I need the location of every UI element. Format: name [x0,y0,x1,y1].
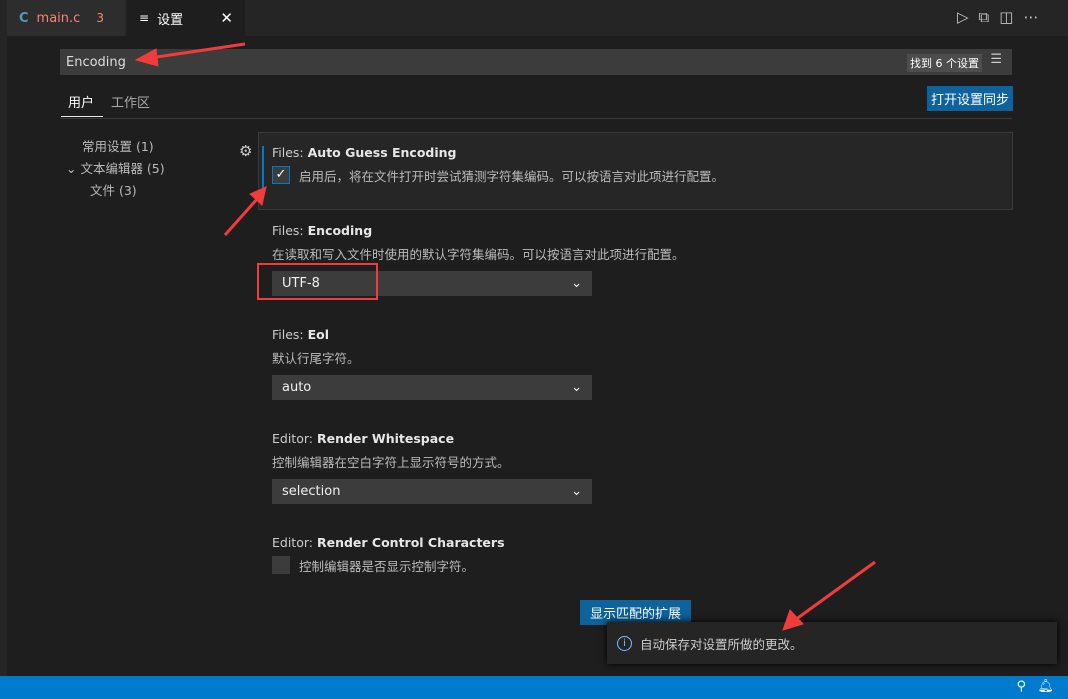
annotation-arrow [149,42,246,60]
annotation-arrow [223,197,260,236]
annotation-overlay [134,42,876,631]
annotation-box [257,263,378,300]
annotation-arrowhead [134,48,159,67]
annotation-arrow [794,560,876,622]
annotation-arrowhead [782,609,804,631]
